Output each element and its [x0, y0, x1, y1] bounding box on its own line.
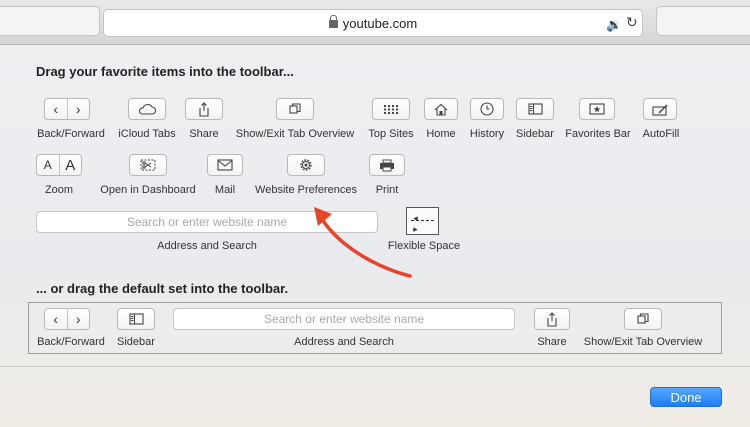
chevron-right-icon: ›	[66, 309, 90, 329]
default-tab-overview[interactable]	[624, 308, 662, 330]
default-label-share: Share	[537, 336, 567, 348]
default-label-address: Address and Search	[294, 336, 394, 348]
customize-toolbar-sheet: Drag your favorite items into the toolba…	[0, 44, 750, 427]
browser-toolbar: youtube.com 🔉 ↻	[0, 0, 750, 45]
tab-ghost-right	[656, 6, 750, 36]
address-bar[interactable]: youtube.com	[103, 9, 643, 37]
chevron-left-icon: ‹	[53, 311, 59, 327]
speaker-icon[interactable]: 🔉	[606, 17, 622, 33]
tab-ghost-left	[0, 6, 100, 36]
lock-icon	[328, 15, 338, 28]
default-label-tab-overview: Show/Exit Tab Overview	[583, 336, 703, 348]
default-address-search[interactable]: Search or enter website name	[173, 308, 515, 330]
sidebar-icon	[128, 313, 144, 325]
tab-overview-icon	[637, 313, 649, 324]
default-set-heading: ... or drag the default set into the too…	[36, 281, 289, 296]
default-back-forward[interactable]: ‹ ›	[44, 308, 90, 330]
default-label-sidebar: Sidebar	[117, 336, 155, 348]
url-text: youtube.com	[342, 16, 418, 31]
share-icon	[547, 311, 557, 327]
divider	[0, 366, 750, 367]
default-sidebar[interactable]	[117, 308, 155, 330]
default-share[interactable]	[534, 308, 570, 330]
default-label-back-forward: Back/Forward	[37, 336, 105, 348]
annotation-arrow	[314, 207, 412, 278]
reload-icon[interactable]: ↻	[626, 14, 638, 31]
done-button[interactable]: Done	[650, 387, 722, 407]
